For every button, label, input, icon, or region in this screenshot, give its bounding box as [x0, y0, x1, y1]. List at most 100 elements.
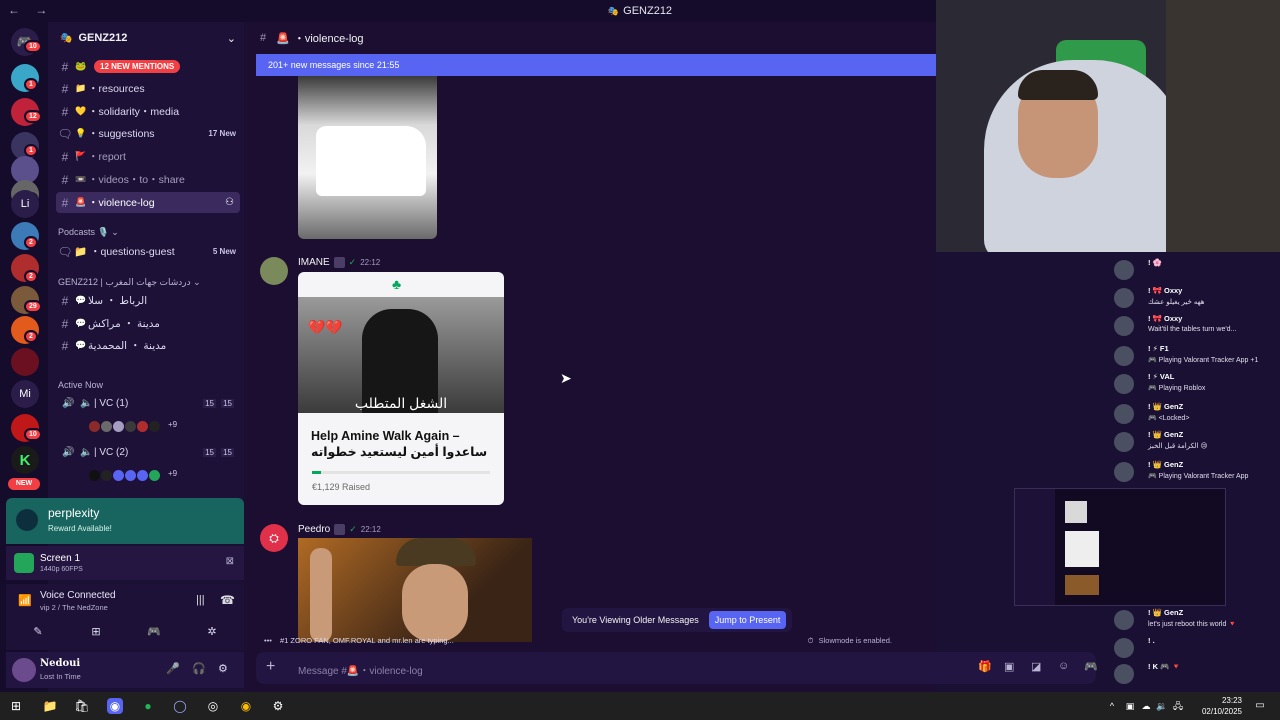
channel-rabat-sale[interactable]: # 💬 الرباط ・ سلا	[56, 290, 240, 311]
history-nav[interactable]: ← →	[8, 3, 53, 17]
channel-mentions[interactable]: # 🐸 12 NEW MENTIONS	[56, 56, 240, 77]
overlay-chat-name: ! 🎀 Oxxy	[1148, 286, 1183, 295]
viewing-older-label: You're Viewing Older Messages	[572, 615, 699, 625]
username[interactable]: Nedoui	[40, 658, 80, 669]
signal-icon[interactable]: 📶	[18, 594, 32, 607]
soundboard-button[interactable]: ✲	[186, 622, 238, 640]
add-attachment-icon[interactable]: +	[266, 658, 275, 676]
channel-report[interactable]: # 🚩 ・report	[56, 146, 240, 167]
kick-icon[interactable]: K	[11, 446, 39, 474]
voice-channel-vc2[interactable]: 🔊 🔈 | VC (2) 15 15	[62, 447, 238, 458]
chevron-down-icon[interactable]: ⌄	[227, 32, 236, 45]
mic-icon[interactable]: 🎤	[166, 662, 180, 675]
app-icon[interactable]: ◯	[172, 698, 188, 714]
volume-icon[interactable]: 🔉	[1154, 698, 1170, 714]
clock-icon: ⏱	[807, 636, 814, 645]
message-input[interactable]: Message #🚨・violence-log	[298, 662, 423, 677]
role-icon	[334, 524, 346, 535]
vc2-participants[interactable]: +9	[88, 469, 177, 482]
voice-channel-vc1[interactable]: 🔊 🔈 | VC (1) 15 15	[62, 398, 238, 409]
guild-header[interactable]: 🎭 GENZ212 ⌄	[48, 22, 244, 54]
fundraiser-embed[interactable]: ♣ 💔💔 الشغل المتطلب Help Amine Walk Again…	[298, 272, 504, 505]
server-icon[interactable]: Mi	[11, 380, 39, 408]
store-icon[interactable]: 🛍	[74, 698, 90, 714]
author-name[interactable]: IMANE	[298, 257, 330, 268]
server-icon[interactable]	[11, 348, 39, 376]
tray-icon[interactable]: ▣	[1122, 698, 1138, 714]
emoji-icon[interactable]: ☺	[1058, 660, 1069, 672]
promo-banner[interactable]: perplexity Reward Available!	[6, 498, 244, 544]
channel-resources[interactable]: # 📁 ・resources	[56, 78, 240, 99]
server-badge: 2	[24, 330, 38, 343]
discord-icon[interactable]: ◉	[107, 698, 123, 714]
windows-start-icon[interactable]: ⊞	[8, 698, 24, 714]
channel-suggestions[interactable]: 🗨 💡 ・suggestions 17 New	[56, 123, 240, 144]
stop-stream-icon[interactable]: ⊠	[226, 556, 234, 567]
category-podcasts[interactable]: Podcasts 🎙️ ⌄	[58, 227, 119, 238]
timestamp: 22:12	[360, 525, 381, 534]
spotify-icon[interactable]: ●	[140, 698, 156, 714]
sticker-icon[interactable]: ◪	[1031, 660, 1041, 673]
avatar[interactable]	[260, 257, 288, 285]
noise-suppression-icon[interactable]: |||	[196, 594, 205, 606]
channel-marrakech[interactable]: # 💬 مدينة ・ مراكش	[56, 313, 240, 334]
avatar	[1114, 374, 1134, 394]
avatar[interactable]: ⛭	[260, 524, 288, 552]
attachment-image[interactable]	[298, 538, 532, 642]
channel-emoji: 💛	[75, 106, 87, 116]
fundraiser-title[interactable]: Help Amine Walk Again – ساعدوا أمين ليست…	[311, 428, 491, 460]
category-regions[interactable]: GENZ212 | دردشات جهات المغرب ⌄	[58, 277, 201, 288]
slowmode-text: Slowmode is enabled.	[818, 636, 892, 645]
van-shape	[316, 126, 426, 196]
channel-label: الرباط ・ سلا	[88, 295, 148, 307]
face-shape	[402, 564, 468, 642]
system-clock[interactable]: 23:23 02/10/2025	[1202, 695, 1242, 717]
notifications-icon[interactable]: ▭	[1252, 698, 1268, 714]
avatar[interactable]	[12, 658, 36, 682]
voice-room[interactable]: vip 2 / The NedZone	[40, 603, 108, 612]
channel-violence-log[interactable]: # 🚨 ・violence-log ⚇	[56, 192, 240, 213]
file-explorer-icon[interactable]: 📁	[42, 698, 58, 714]
author-name[interactable]: Peedro	[298, 524, 330, 535]
server-icon[interactable]: Li	[11, 190, 39, 218]
new-messages-bar[interactable]: 201+ new messages since 21:55	[256, 54, 936, 76]
channel-videos-to-share[interactable]: # 📼 ・videos・to・share	[56, 169, 240, 190]
channel-questions-guest[interactable]: 🗨 📁 ・questions-guest 5 New	[56, 241, 240, 262]
channel-solidarity-media[interactable]: # 💛 ・solidarity・media	[56, 101, 240, 122]
settings-icon[interactable]: ⚙	[270, 698, 286, 714]
network-icon[interactable]: 🖧	[1170, 698, 1186, 714]
vc1-participants[interactable]: +9	[88, 420, 177, 433]
activity-button[interactable]: 🎮	[128, 622, 180, 640]
screen-share-panel[interactable]: Screen 1 1440p 60FPS ⊠	[6, 546, 244, 580]
jump-to-present-button[interactable]: Jump to Present	[708, 611, 787, 629]
new-servers-badge[interactable]: NEW	[8, 478, 40, 490]
chevron-up-icon[interactable]: ^	[1104, 698, 1120, 714]
obs-icon[interactable]: ◎	[205, 698, 221, 714]
attachment-image[interactable]	[298, 76, 437, 239]
verified-icon: ✓	[348, 257, 357, 267]
gif-icon[interactable]: ▣	[1004, 660, 1014, 673]
chat-icon: 💬	[75, 295, 87, 305]
preview-card	[1065, 531, 1099, 567]
mentions-pill[interactable]: 12 NEW MENTIONS	[94, 60, 181, 73]
dm-badge: 10	[24, 40, 42, 53]
disconnect-icon[interactable]: ☎	[220, 593, 235, 607]
gift-icon[interactable]: 🎁	[978, 660, 992, 673]
background-shape	[1166, 0, 1280, 252]
tray-icon[interactable]: ☁	[1138, 698, 1154, 714]
apps-icon[interactable]: 🎮	[1084, 660, 1098, 673]
webcam-overlay	[936, 0, 1280, 252]
avatar	[1114, 432, 1134, 452]
chrome-icon[interactable]: ◉	[238, 698, 254, 714]
headphones-icon[interactable]: 🎧	[192, 662, 206, 675]
typing-dots-icon: •••	[264, 636, 272, 645]
add-member-icon[interactable]: ⚇	[225, 197, 234, 208]
new-posts-badge: 17 New	[208, 129, 236, 138]
heart-icon: 💔💔	[308, 319, 343, 335]
channel-mohammedia[interactable]: # 💬 مدينة ・ المحمدية	[56, 335, 240, 356]
screen-share-button[interactable]: ⊞	[70, 622, 122, 640]
camera-off-button[interactable]: ✎	[12, 622, 64, 640]
speaker-icon: 🔈	[80, 447, 93, 458]
channel-label: مدينة ・ مراكش	[88, 318, 160, 330]
settings-icon[interactable]: ⚙	[218, 662, 228, 675]
